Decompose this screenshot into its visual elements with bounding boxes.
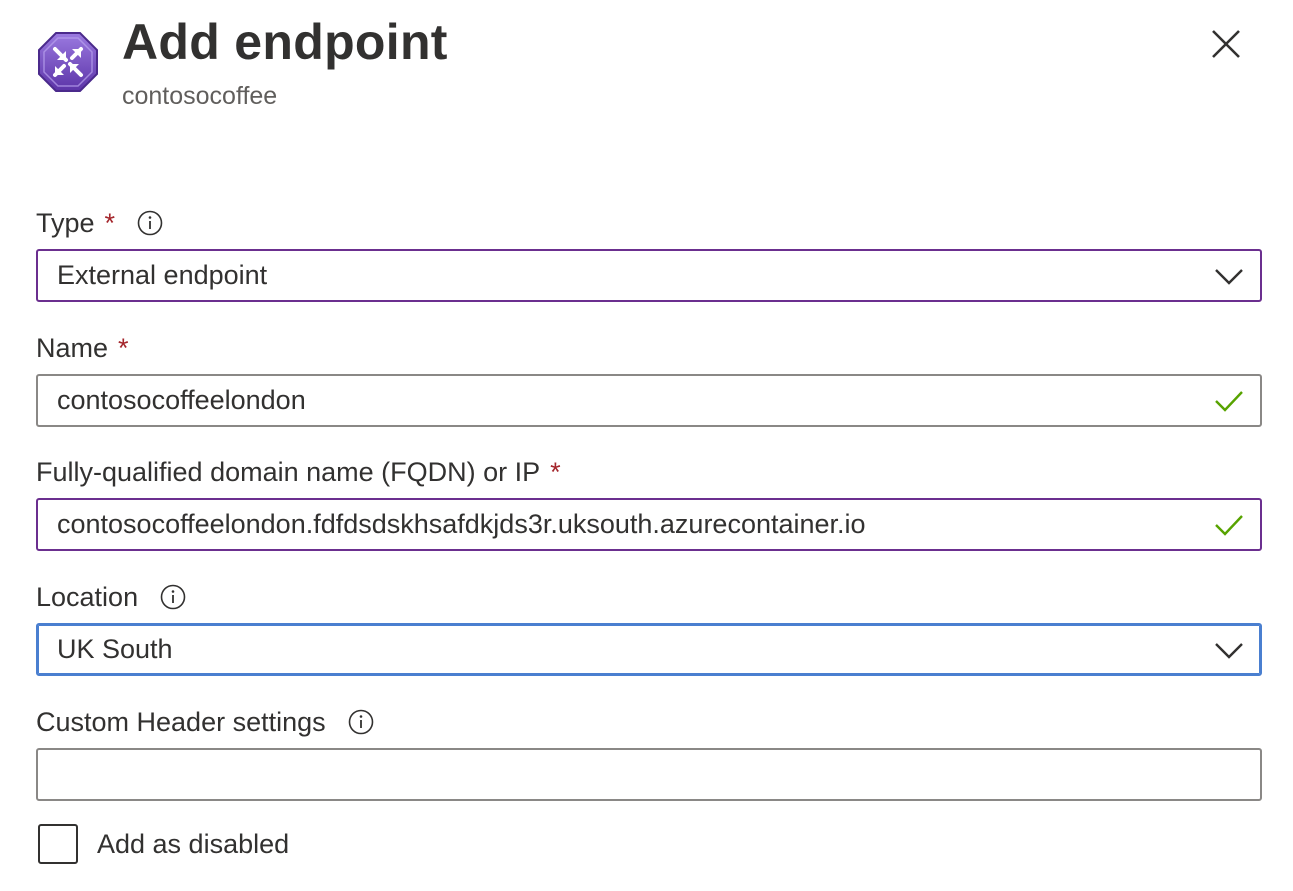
- type-label-row: Type *: [36, 206, 163, 240]
- info-icon[interactable]: [348, 709, 374, 735]
- close-button[interactable]: [1206, 24, 1246, 64]
- fqdn-label: Fully-qualified domain name (FQDN) or IP: [36, 456, 541, 487]
- fqdn-input[interactable]: contosocoffeelondon.fdfdsdskhsafdkjds3r.…: [36, 498, 1262, 551]
- required-mark: *: [118, 332, 129, 363]
- custom-header-label: Custom Header settings: [36, 706, 326, 737]
- location-label: Location: [36, 581, 139, 612]
- name-label: Name: [36, 332, 109, 363]
- type-dropdown-value: External endpoint: [57, 260, 268, 290]
- page-title: Add endpoint: [122, 14, 448, 70]
- info-icon[interactable]: [160, 584, 186, 610]
- location-label-row: Location: [36, 580, 186, 614]
- checkmark-icon: [1214, 512, 1244, 538]
- chevron-down-icon: [1214, 637, 1244, 663]
- required-mark: *: [104, 207, 116, 238]
- type-label: Type: [36, 207, 95, 238]
- name-input-value: contosocoffeelondon: [57, 385, 306, 415]
- add-as-disabled-checkbox[interactable]: [38, 824, 78, 864]
- traffic-manager-endpoint-icon: [36, 30, 100, 94]
- info-icon[interactable]: [137, 210, 163, 236]
- custom-header-label-row: Custom Header settings: [36, 705, 374, 739]
- fqdn-input-value: contosocoffeelondon.fdfdsdskhsafdkjds3r.…: [57, 509, 866, 539]
- fqdn-label-row: Fully-qualified domain name (FQDN) or IP…: [36, 455, 561, 489]
- name-label-row: Name *: [36, 331, 129, 365]
- page-subtitle: contosocoffee: [122, 82, 278, 110]
- required-mark: *: [550, 456, 561, 487]
- close-icon: [1212, 30, 1240, 58]
- add-endpoint-panel: Add endpoint contosocoffee Type * Extern…: [0, 0, 1293, 891]
- chevron-down-icon: [1214, 263, 1244, 289]
- location-dropdown-value: UK South: [57, 634, 173, 664]
- type-dropdown[interactable]: External endpoint: [36, 249, 1262, 302]
- custom-header-input[interactable]: [36, 748, 1262, 801]
- add-as-disabled-label[interactable]: Add as disabled: [97, 826, 289, 862]
- checkmark-icon: [1214, 388, 1244, 414]
- location-dropdown[interactable]: UK South: [36, 623, 1262, 676]
- name-input[interactable]: contosocoffeelondon: [36, 374, 1262, 427]
